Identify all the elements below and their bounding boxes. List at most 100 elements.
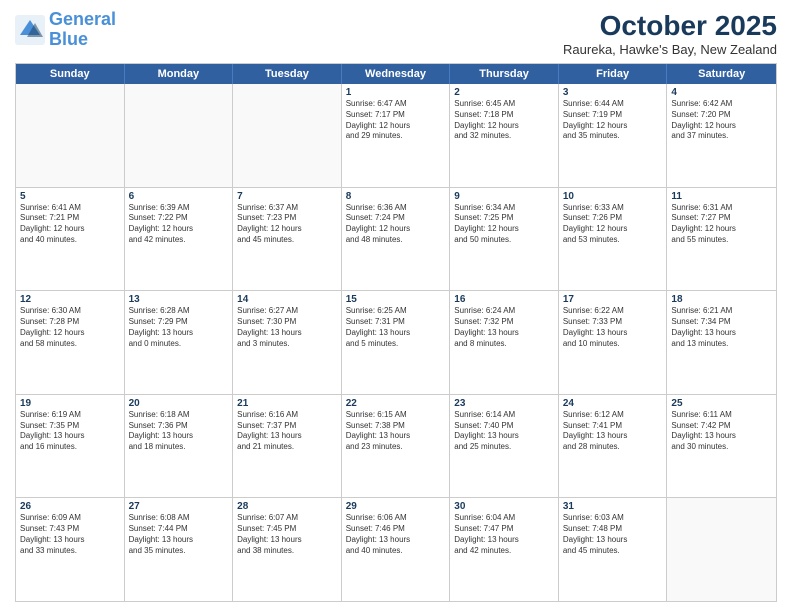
cell-info: Sunrise: 6:24 AM Sunset: 7:32 PM Dayligh…: [454, 306, 554, 349]
cal-cell-day-21: 21Sunrise: 6:16 AM Sunset: 7:37 PM Dayli…: [233, 395, 342, 498]
cal-cell-day-17: 17Sunrise: 6:22 AM Sunset: 7:33 PM Dayli…: [559, 291, 668, 394]
header: General Blue October 2025 Raureka, Hawke…: [15, 10, 777, 57]
day-number: 19: [20, 398, 120, 409]
cal-header-monday: Monday: [125, 64, 234, 84]
cal-cell-day-26: 26Sunrise: 6:09 AM Sunset: 7:43 PM Dayli…: [16, 498, 125, 601]
cal-cell-day-1: 1Sunrise: 6:47 AM Sunset: 7:17 PM Daylig…: [342, 84, 451, 187]
cell-info: Sunrise: 6:36 AM Sunset: 7:24 PM Dayligh…: [346, 203, 446, 246]
cell-info: Sunrise: 6:41 AM Sunset: 7:21 PM Dayligh…: [20, 203, 120, 246]
cal-cell-day-22: 22Sunrise: 6:15 AM Sunset: 7:38 PM Dayli…: [342, 395, 451, 498]
cal-row-4: 26Sunrise: 6:09 AM Sunset: 7:43 PM Dayli…: [16, 498, 776, 601]
day-number: 10: [563, 191, 663, 202]
cell-info: Sunrise: 6:30 AM Sunset: 7:28 PM Dayligh…: [20, 306, 120, 349]
logo-text: General Blue: [49, 10, 116, 50]
cal-row-3: 19Sunrise: 6:19 AM Sunset: 7:35 PM Dayli…: [16, 395, 776, 499]
day-number: 4: [671, 87, 772, 98]
cal-cell-day-23: 23Sunrise: 6:14 AM Sunset: 7:40 PM Dayli…: [450, 395, 559, 498]
day-number: 14: [237, 294, 337, 305]
cal-cell-day-15: 15Sunrise: 6:25 AM Sunset: 7:31 PM Dayli…: [342, 291, 451, 394]
cal-cell-empty: [233, 84, 342, 187]
cal-cell-day-18: 18Sunrise: 6:21 AM Sunset: 7:34 PM Dayli…: [667, 291, 776, 394]
cal-row-0: 1Sunrise: 6:47 AM Sunset: 7:17 PM Daylig…: [16, 84, 776, 188]
cal-cell-day-8: 8Sunrise: 6:36 AM Sunset: 7:24 PM Daylig…: [342, 188, 451, 291]
cal-cell-day-6: 6Sunrise: 6:39 AM Sunset: 7:22 PM Daylig…: [125, 188, 234, 291]
cal-cell-day-9: 9Sunrise: 6:34 AM Sunset: 7:25 PM Daylig…: [450, 188, 559, 291]
day-number: 27: [129, 501, 229, 512]
cell-info: Sunrise: 6:42 AM Sunset: 7:20 PM Dayligh…: [671, 99, 772, 142]
cal-cell-day-24: 24Sunrise: 6:12 AM Sunset: 7:41 PM Dayli…: [559, 395, 668, 498]
day-number: 20: [129, 398, 229, 409]
day-number: 12: [20, 294, 120, 305]
logo-general: General: [49, 9, 116, 29]
cell-info: Sunrise: 6:18 AM Sunset: 7:36 PM Dayligh…: [129, 410, 229, 453]
day-number: 26: [20, 501, 120, 512]
cal-cell-day-19: 19Sunrise: 6:19 AM Sunset: 7:35 PM Dayli…: [16, 395, 125, 498]
cell-info: Sunrise: 6:47 AM Sunset: 7:17 PM Dayligh…: [346, 99, 446, 142]
cell-info: Sunrise: 6:09 AM Sunset: 7:43 PM Dayligh…: [20, 513, 120, 556]
cal-cell-day-28: 28Sunrise: 6:07 AM Sunset: 7:45 PM Dayli…: [233, 498, 342, 601]
cell-info: Sunrise: 6:39 AM Sunset: 7:22 PM Dayligh…: [129, 203, 229, 246]
cell-info: Sunrise: 6:28 AM Sunset: 7:29 PM Dayligh…: [129, 306, 229, 349]
cell-info: Sunrise: 6:14 AM Sunset: 7:40 PM Dayligh…: [454, 410, 554, 453]
day-number: 2: [454, 87, 554, 98]
cell-info: Sunrise: 6:04 AM Sunset: 7:47 PM Dayligh…: [454, 513, 554, 556]
calendar-body: 1Sunrise: 6:47 AM Sunset: 7:17 PM Daylig…: [16, 84, 776, 601]
cal-header-friday: Friday: [559, 64, 668, 84]
day-number: 16: [454, 294, 554, 305]
cell-info: Sunrise: 6:06 AM Sunset: 7:46 PM Dayligh…: [346, 513, 446, 556]
cal-cell-day-4: 4Sunrise: 6:42 AM Sunset: 7:20 PM Daylig…: [667, 84, 776, 187]
day-number: 3: [563, 87, 663, 98]
day-number: 11: [671, 191, 772, 202]
cell-info: Sunrise: 6:16 AM Sunset: 7:37 PM Dayligh…: [237, 410, 337, 453]
day-number: 8: [346, 191, 446, 202]
title-block: October 2025 Raureka, Hawke's Bay, New Z…: [563, 10, 777, 57]
day-number: 17: [563, 294, 663, 305]
cell-info: Sunrise: 6:19 AM Sunset: 7:35 PM Dayligh…: [20, 410, 120, 453]
cal-cell-day-2: 2Sunrise: 6:45 AM Sunset: 7:18 PM Daylig…: [450, 84, 559, 187]
cal-cell-empty: [125, 84, 234, 187]
day-number: 30: [454, 501, 554, 512]
cal-header-sunday: Sunday: [16, 64, 125, 84]
cal-cell-day-16: 16Sunrise: 6:24 AM Sunset: 7:32 PM Dayli…: [450, 291, 559, 394]
cell-info: Sunrise: 6:08 AM Sunset: 7:44 PM Dayligh…: [129, 513, 229, 556]
cal-cell-day-12: 12Sunrise: 6:30 AM Sunset: 7:28 PM Dayli…: [16, 291, 125, 394]
day-number: 7: [237, 191, 337, 202]
day-number: 13: [129, 294, 229, 305]
day-number: 9: [454, 191, 554, 202]
day-number: 23: [454, 398, 554, 409]
main-title: October 2025: [563, 10, 777, 42]
cal-cell-empty: [667, 498, 776, 601]
cal-cell-day-5: 5Sunrise: 6:41 AM Sunset: 7:21 PM Daylig…: [16, 188, 125, 291]
calendar: SundayMondayTuesdayWednesdayThursdayFrid…: [15, 63, 777, 602]
cal-cell-day-25: 25Sunrise: 6:11 AM Sunset: 7:42 PM Dayli…: [667, 395, 776, 498]
cell-info: Sunrise: 6:03 AM Sunset: 7:48 PM Dayligh…: [563, 513, 663, 556]
page: General Blue October 2025 Raureka, Hawke…: [0, 0, 792, 612]
cal-cell-day-27: 27Sunrise: 6:08 AM Sunset: 7:44 PM Dayli…: [125, 498, 234, 601]
cell-info: Sunrise: 6:22 AM Sunset: 7:33 PM Dayligh…: [563, 306, 663, 349]
cell-info: Sunrise: 6:25 AM Sunset: 7:31 PM Dayligh…: [346, 306, 446, 349]
logo-blue: Blue: [49, 29, 88, 49]
cal-header-tuesday: Tuesday: [233, 64, 342, 84]
cal-cell-day-10: 10Sunrise: 6:33 AM Sunset: 7:26 PM Dayli…: [559, 188, 668, 291]
cal-header-saturday: Saturday: [667, 64, 776, 84]
cell-info: Sunrise: 6:45 AM Sunset: 7:18 PM Dayligh…: [454, 99, 554, 142]
day-number: 28: [237, 501, 337, 512]
cell-info: Sunrise: 6:33 AM Sunset: 7:26 PM Dayligh…: [563, 203, 663, 246]
cell-info: Sunrise: 6:15 AM Sunset: 7:38 PM Dayligh…: [346, 410, 446, 453]
cal-row-1: 5Sunrise: 6:41 AM Sunset: 7:21 PM Daylig…: [16, 188, 776, 292]
logo-icon: [15, 15, 45, 45]
cell-info: Sunrise: 6:34 AM Sunset: 7:25 PM Dayligh…: [454, 203, 554, 246]
cell-info: Sunrise: 6:31 AM Sunset: 7:27 PM Dayligh…: [671, 203, 772, 246]
day-number: 15: [346, 294, 446, 305]
day-number: 25: [671, 398, 772, 409]
day-number: 21: [237, 398, 337, 409]
cal-cell-day-31: 31Sunrise: 6:03 AM Sunset: 7:48 PM Dayli…: [559, 498, 668, 601]
cell-info: Sunrise: 6:27 AM Sunset: 7:30 PM Dayligh…: [237, 306, 337, 349]
day-number: 24: [563, 398, 663, 409]
cal-cell-day-30: 30Sunrise: 6:04 AM Sunset: 7:47 PM Dayli…: [450, 498, 559, 601]
cal-cell-day-13: 13Sunrise: 6:28 AM Sunset: 7:29 PM Dayli…: [125, 291, 234, 394]
cell-info: Sunrise: 6:12 AM Sunset: 7:41 PM Dayligh…: [563, 410, 663, 453]
day-number: 6: [129, 191, 229, 202]
day-number: 31: [563, 501, 663, 512]
cal-cell-day-29: 29Sunrise: 6:06 AM Sunset: 7:46 PM Dayli…: [342, 498, 451, 601]
